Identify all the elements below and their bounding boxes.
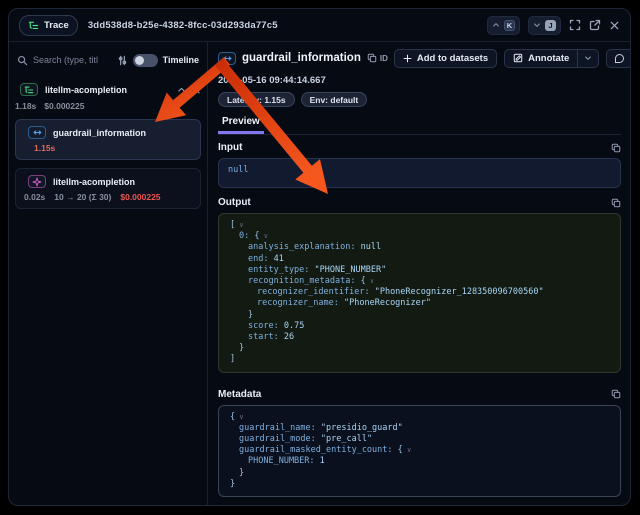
close-button[interactable] (609, 20, 620, 31)
input-code-box: null (218, 158, 621, 188)
annotate-button[interactable]: Annotate (505, 50, 577, 67)
latency-badge: Latency: 1.15s (218, 92, 295, 107)
chevron-down-icon (584, 54, 592, 62)
badge-row: Latency: 1.15s Env: default (218, 92, 621, 107)
tree-root-item[interactable]: litellm-acompletion 1.18s $0.00022 (15, 82, 201, 111)
tab-preview[interactable]: Preview (218, 114, 264, 134)
pen-square-icon (513, 53, 523, 63)
metadata-json-box: { ∨guardrail_name: "presidio_guard"guard… (218, 405, 621, 497)
root-cost: $0.000225 (44, 101, 84, 111)
root-latency: 1.18s (15, 101, 36, 111)
event-node-badge (28, 126, 46, 139)
item-tokens: 10 → 20 (Σ 30) (54, 192, 111, 202)
expand-window-button[interactable] (569, 19, 581, 31)
trace-type-badge: Trace (19, 15, 78, 36)
tree-item-name: guardrail_information (53, 128, 146, 138)
detail-tabs: Preview (218, 114, 621, 135)
env-badge: Env: default (301, 92, 368, 107)
prev-observation-button[interactable]: K (487, 16, 520, 35)
arrows-horizontal-icon (32, 128, 43, 137)
tree-toolbar: Timeline (15, 48, 201, 72)
search-icon (17, 55, 28, 66)
tree-item-litellm-acompletion[interactable]: litellm-acompletion 0.02s 10 → 20 (Σ 30)… (15, 168, 201, 209)
annotate-split-button: Annotate (504, 49, 599, 68)
item-latency: 1.15s (34, 143, 55, 153)
copy-output-button[interactable] (611, 198, 621, 208)
detail-header: guardrail_information ID Add to datasets (218, 48, 621, 68)
fold-all-icon[interactable] (192, 81, 201, 99)
search-input[interactable] (33, 55, 112, 65)
observation-detail-panel: guardrail_information ID Add to datasets (208, 42, 630, 506)
copy-icon (611, 389, 621, 399)
toggle-knob (135, 56, 144, 65)
trace-id: 3dd538d8-b25e-4382-8fcc-03d293da77c5 (88, 20, 278, 31)
timeline-label: Timeline (163, 55, 199, 65)
chevron-up-icon (492, 21, 500, 29)
copy-metadata-button[interactable] (611, 389, 621, 399)
id-label: ID (380, 54, 388, 63)
output-json-box: [ ∨0: { ∨analysis_explanation: nullend: … (218, 213, 621, 373)
input-label: Input (218, 142, 242, 153)
trace-detail-window: Trace 3dd538d8-b25e-4382-8fcc-03d293da77… (8, 8, 631, 506)
chevron-down-icon (533, 21, 541, 29)
sparkle-icon (32, 177, 42, 187)
timeline-toggle[interactable] (133, 54, 158, 67)
event-type-badge (218, 52, 236, 65)
observation-tree: litellm-acompletion 1.18s $0.00022 (15, 82, 201, 209)
content-area: Timeline litellm-acompletion (9, 42, 630, 506)
copy-id-button[interactable]: ID (367, 53, 388, 63)
trace-badge-label: Trace (44, 20, 69, 31)
close-icon (609, 20, 620, 31)
copy-icon (611, 198, 621, 208)
list-tree-icon (28, 20, 39, 31)
copy-icon (367, 53, 377, 63)
topbar-actions: K J (487, 16, 620, 35)
observation-title: guardrail_information (242, 52, 361, 64)
input-section-header: Input (218, 142, 621, 153)
next-observation-button[interactable]: J (528, 16, 561, 35)
add-to-datasets-button[interactable]: Add to datasets (394, 49, 497, 68)
output-label: Output (218, 197, 251, 208)
arrows-horizontal-icon (222, 54, 233, 63)
topbar: Trace 3dd538d8-b25e-4382-8fcc-03d293da77… (9, 9, 630, 42)
external-link-icon (589, 19, 601, 31)
keycap-k: K (504, 20, 515, 31)
comments-button[interactable] (606, 49, 631, 68)
comment-bubble-icon (615, 54, 624, 63)
trace-node-badge (20, 83, 38, 96)
tree-item-name: litellm-acompletion (53, 177, 135, 187)
item-latency: 0.02s (24, 192, 45, 202)
filter-sliders-icon[interactable] (117, 55, 128, 66)
copy-input-button[interactable] (611, 143, 621, 153)
annotate-dropdown-button[interactable] (577, 50, 598, 67)
tree-root-name: litellm-acompletion (45, 85, 127, 95)
tree-item-guardrail-information[interactable]: guardrail_information 1.15s (15, 119, 201, 160)
item-cost: $0.000225 (120, 192, 160, 202)
copy-icon (611, 143, 621, 153)
list-tree-icon (24, 85, 34, 95)
plus-icon (403, 54, 412, 63)
output-section-header: Output (218, 197, 621, 208)
trace-tree-sidebar: Timeline litellm-acompletion (9, 42, 208, 506)
metadata-label: Metadata (218, 389, 261, 400)
collapse-chevron-up-icon[interactable] (177, 81, 186, 99)
header-actions: Add to datasets Annotate (394, 49, 631, 68)
maximize-icon (569, 19, 581, 31)
input-value: null (228, 165, 248, 175)
observation-timestamp: 2025-05-16 09:44:14.667 (218, 75, 621, 86)
generation-node-badge (28, 175, 46, 188)
open-in-new-button[interactable] (589, 19, 601, 31)
metadata-section-header: Metadata (218, 389, 621, 400)
keycap-j: J (545, 20, 556, 31)
